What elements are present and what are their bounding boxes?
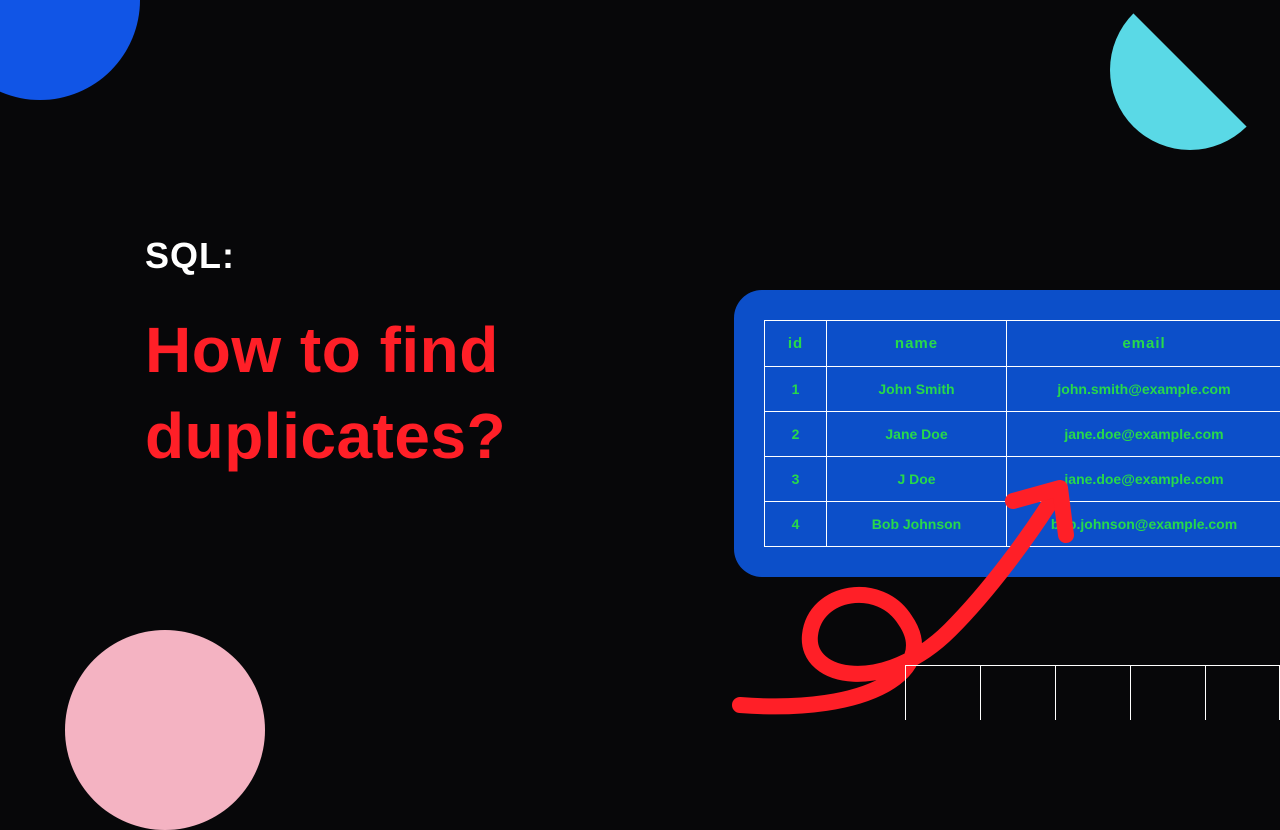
grid-cell xyxy=(1055,665,1130,720)
cell-id: 2 xyxy=(765,412,827,457)
cell-email: jane.doe@example.com xyxy=(1007,457,1280,502)
example-table-card: id name email 1 John Smith john.smith@ex… xyxy=(734,290,1280,577)
main-content: SQL: How to find duplicates? xyxy=(145,235,506,480)
decorative-circle-pink xyxy=(65,630,265,830)
table-row: 2 Jane Doe jane.doe@example.com xyxy=(765,412,1280,457)
cell-name: J Doe xyxy=(827,457,1007,502)
decorative-circle-blue xyxy=(0,0,140,100)
cell-email: john.smith@example.com xyxy=(1007,367,1280,412)
grid-cell xyxy=(1130,665,1205,720)
th-email: email xyxy=(1007,321,1280,367)
grid-cell xyxy=(1205,665,1280,720)
decorative-grid xyxy=(905,665,1280,720)
table-row: 4 Bob Johnson bob.johnson@example.com xyxy=(765,502,1280,547)
th-id: id xyxy=(765,321,827,367)
cell-email: jane.doe@example.com xyxy=(1007,412,1280,457)
section-label: SQL: xyxy=(145,235,506,277)
cell-email: bob.johnson@example.com xyxy=(1007,502,1280,547)
table-row: 3 J Doe jane.doe@example.com xyxy=(765,457,1280,502)
cell-id: 4 xyxy=(765,502,827,547)
decorative-quarter-cyan xyxy=(1110,0,1270,150)
example-table: id name email 1 John Smith john.smith@ex… xyxy=(764,320,1280,547)
cell-id: 3 xyxy=(765,457,827,502)
grid-cell xyxy=(980,665,1055,720)
headline-line-2: duplicates? xyxy=(145,400,506,472)
cell-name: Jane Doe xyxy=(827,412,1007,457)
cell-id: 1 xyxy=(765,367,827,412)
table-header-row: id name email xyxy=(765,321,1280,367)
cell-name: John Smith xyxy=(827,367,1007,412)
table-row: 1 John Smith john.smith@example.com xyxy=(765,367,1280,412)
headline-line-1: How to find xyxy=(145,314,499,386)
cell-name: Bob Johnson xyxy=(827,502,1007,547)
grid-cell xyxy=(905,665,980,720)
th-name: name xyxy=(827,321,1007,367)
headline: How to find duplicates? xyxy=(145,307,506,480)
